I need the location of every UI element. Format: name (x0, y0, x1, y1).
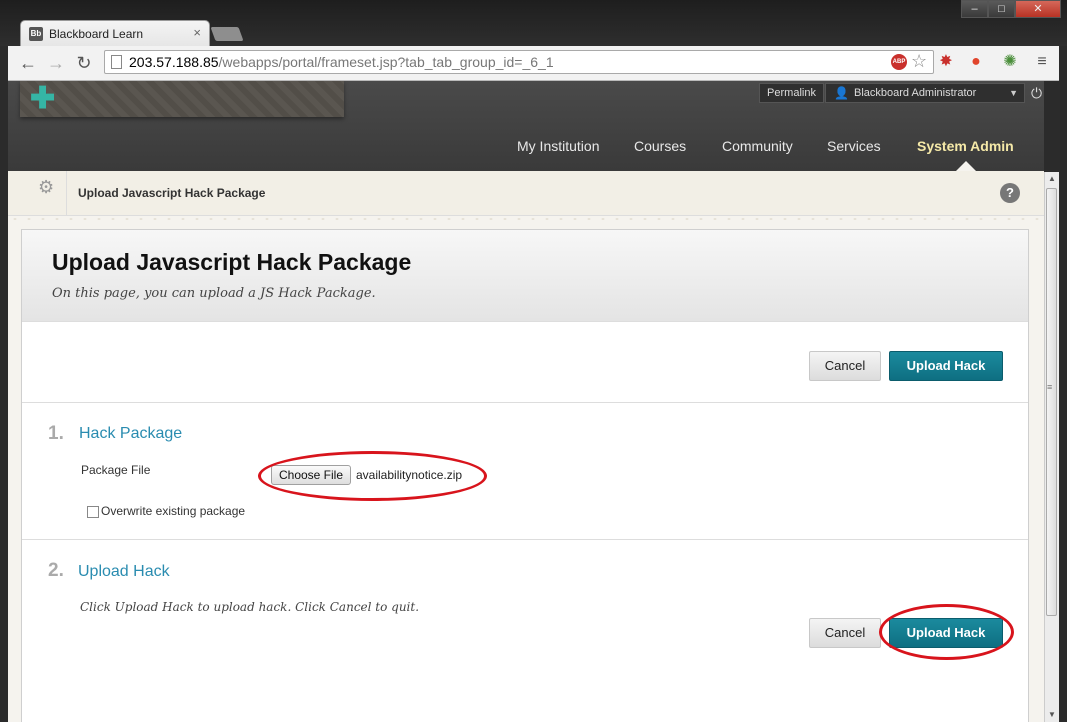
permalink-button[interactable]: Permalink (759, 83, 824, 103)
user-icon: 👤 (834, 86, 849, 100)
window-close-icon[interactable]: ✕ (1015, 0, 1061, 18)
blackboard-header: ✚ Permalink 👤 Blackboard Administrator ▼… (8, 81, 1044, 171)
section-divider (22, 539, 1028, 540)
logo-plus-icon: ✚ (30, 82, 56, 115)
page-header: Upload Javascript Hack Package On this p… (22, 230, 1028, 322)
breadcrumb: ⚙ Upload Javascript Hack Package ? (8, 171, 1044, 216)
extension-icon[interactable]: ✸ (936, 52, 956, 72)
active-tab-pointer (956, 161, 976, 171)
annotation-ellipse-submit (879, 604, 1014, 660)
overwrite-label: Overwrite existing package (101, 504, 246, 518)
tab-services[interactable]: Services (827, 138, 881, 154)
step-number-1: 1. (48, 423, 64, 444)
submit-instructions: Click Upload Hack to upload hack. Click … (80, 600, 420, 614)
institution-logo[interactable]: ✚ (20, 81, 344, 117)
tab-title: Blackboard Learn (49, 27, 144, 41)
package-file-label: Package File (81, 463, 151, 477)
menu-icon[interactable]: ≡ (1032, 52, 1052, 72)
user-name: Blackboard Administrator (854, 87, 977, 99)
back-arrow-icon[interactable]: ← (16, 51, 40, 75)
reload-icon[interactable]: ↻ (72, 51, 96, 75)
tab-my-institution[interactable]: My Institution (517, 138, 599, 154)
tab-close-icon[interactable]: × (193, 25, 201, 40)
url-text: 203.57.188.85/webapps/portal/frameset.js… (129, 54, 554, 70)
bookmark-star-icon[interactable]: ☆ (911, 51, 927, 72)
blackboard-page: ✚ Permalink 👤 Blackboard Administrator ▼… (8, 81, 1044, 722)
browser-titlebar: Bb Blackboard Learn × – □ ✕ (0, 0, 1067, 46)
address-bar[interactable]: 203.57.188.85/webapps/portal/frameset.js… (104, 50, 934, 74)
page-icon (111, 55, 122, 69)
blackboard-favicon-icon: Bb (29, 27, 43, 41)
window-controls: – □ ✕ (961, 0, 1061, 20)
vertical-scrollbar[interactable]: ▲ ≡ ▼ (1044, 172, 1059, 722)
scroll-grip-icon: ≡ (1047, 382, 1053, 392)
tab-courses[interactable]: Courses (634, 138, 686, 154)
browser-toolbar: ← → ↻ 203.57.188.85/webapps/portal/frame… (8, 46, 1059, 81)
new-tab-button[interactable] (210, 27, 244, 41)
page-description: On this page, you can upload a JS Hack P… (52, 286, 376, 301)
breadcrumb-divider (66, 171, 67, 215)
stumbleupon-icon[interactable]: ● (966, 52, 986, 72)
scroll-thumb[interactable] (1046, 188, 1057, 616)
browser-tab[interactable]: Bb Blackboard Learn × (20, 20, 210, 46)
cancel-button-top[interactable]: Cancel (809, 351, 881, 381)
help-icon[interactable]: ? (1000, 183, 1020, 203)
decorative-dots (8, 215, 1044, 223)
minimize-icon[interactable]: – (961, 0, 988, 18)
scroll-down-icon[interactable]: ▼ (1045, 708, 1059, 722)
color-wheel-icon[interactable]: ✺ (1000, 52, 1020, 72)
upload-hack-button-top[interactable]: Upload Hack (889, 351, 1003, 381)
step-title-upload-hack: Upload Hack (78, 563, 170, 580)
maximize-icon[interactable]: □ (988, 0, 1015, 18)
breadcrumb-current: Upload Javascript Hack Package (78, 186, 266, 200)
forward-arrow-icon[interactable]: → (44, 51, 68, 75)
annotation-ellipse-file (258, 451, 487, 501)
content-panel: Upload Javascript Hack Package On this p… (21, 229, 1029, 722)
chevron-down-icon: ▼ (1009, 88, 1018, 98)
tab-community[interactable]: Community (722, 138, 793, 154)
overwrite-checkbox[interactable] (87, 506, 99, 518)
section-divider (22, 402, 1028, 403)
adblock-icon[interactable]: ABP (891, 54, 907, 70)
tab-system-admin[interactable]: System Admin (917, 138, 1014, 154)
scroll-up-icon[interactable]: ▲ (1045, 172, 1059, 186)
cancel-button-bottom[interactable]: Cancel (809, 618, 881, 648)
step-title-hack-package: Hack Package (79, 425, 183, 442)
user-menu[interactable]: 👤 Blackboard Administrator ▼ (825, 83, 1025, 103)
step-number-2: 2. (48, 560, 64, 581)
logout-power-icon[interactable]: ⏻ (1029, 83, 1044, 103)
page-title: Upload Javascript Hack Package (52, 249, 412, 275)
gear-icon[interactable]: ⚙ (38, 177, 54, 198)
